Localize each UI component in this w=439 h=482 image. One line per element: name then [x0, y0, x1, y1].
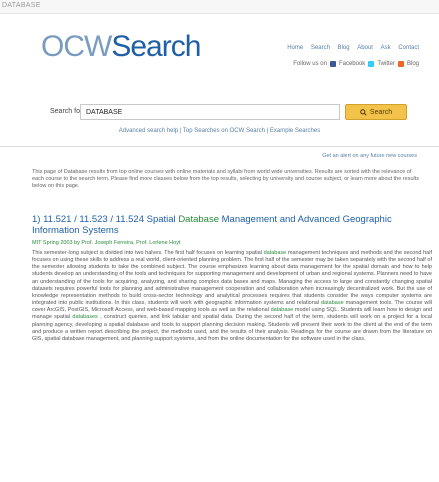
search-button-label: Search: [369, 108, 393, 116]
divider: [0, 146, 439, 147]
site-logo[interactable]: OCWSearch: [41, 30, 201, 64]
magnifier-icon: [360, 108, 367, 116]
nav-contact[interactable]: Contact: [398, 45, 419, 51]
nav-ask[interactable]: Ask: [381, 45, 391, 51]
result-title-link[interactable]: 1) 11.521 / 11.523 / 11.524 Spatial Data…: [32, 214, 432, 236]
top-searches-link[interactable]: Top Searches on OCW Search: [183, 128, 265, 134]
advanced-search-link[interactable]: Advanced search help: [119, 128, 178, 134]
search-help-links: Advanced search help | Top Searches on O…: [118, 128, 321, 134]
nav-home[interactable]: Home: [287, 45, 303, 51]
logo-search: Search: [111, 30, 201, 63]
follow-label: Follow us on: [293, 61, 327, 67]
search-input[interactable]: [80, 104, 340, 120]
window-title-bar: DATABASE: [0, 0, 439, 14]
nav-search[interactable]: Search: [311, 45, 330, 51]
search-button[interactable]: Search: [345, 104, 407, 120]
facebook-icon[interactable]: [329, 61, 336, 67]
result-title-highlight: Database: [178, 214, 219, 225]
alert-link[interactable]: Get an alert on any future new courses: [322, 153, 417, 159]
nav-blog[interactable]: Blog: [338, 45, 350, 51]
window-title: DATABASE: [2, 2, 41, 9]
facebook-link[interactable]: Facebook: [339, 61, 365, 67]
top-navigation: Home Search Blog About Ask Contact: [281, 45, 419, 51]
result-title-prefix: 1) 11.521 / 11.523 / 11.524 Spatial: [32, 214, 176, 225]
result-authors: MIT Spring 2003 by Prof. Joseph Ferreira…: [32, 240, 181, 246]
twitter-link[interactable]: Twitter: [377, 61, 395, 67]
example-searches-link[interactable]: Example Searches: [270, 128, 320, 134]
twitter-icon[interactable]: [368, 61, 375, 67]
search-label: Search for: [50, 108, 83, 115]
blog-link[interactable]: Blog: [407, 61, 419, 67]
logo-ocw: OCW: [41, 30, 112, 63]
intro-text: This page of Database results from top o…: [32, 169, 420, 190]
nav-about[interactable]: About: [357, 45, 373, 51]
rss-icon[interactable]: [397, 61, 404, 67]
search-bar: Search for Search: [50, 104, 430, 122]
social-links: Follow us on Facebook Twitter Blog: [293, 61, 419, 67]
result-abstract: This semester-long subject is divided in…: [32, 250, 432, 342]
